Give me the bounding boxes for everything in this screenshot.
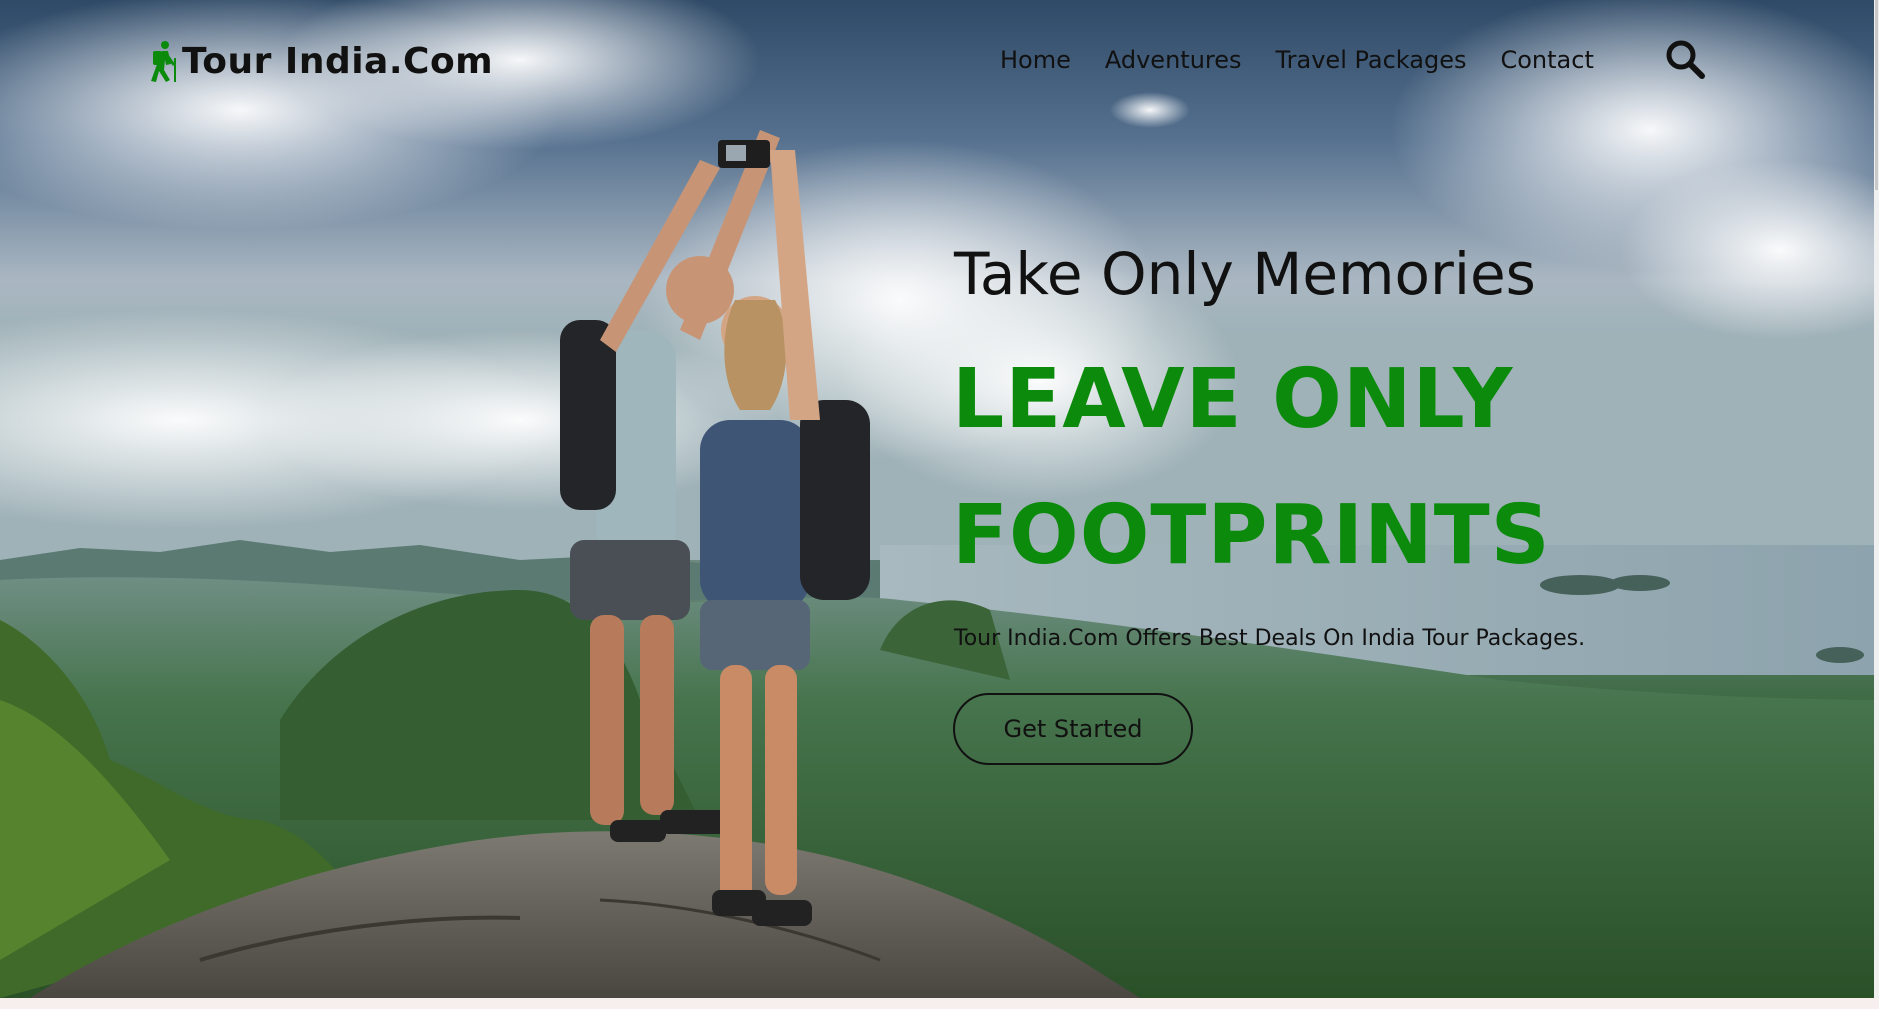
page-bottom-edge: [0, 998, 1879, 1009]
hero-headline: Take Only Memories: [954, 240, 1536, 308]
site-logo[interactable]: Tour India.Com: [148, 38, 493, 84]
hero-title-line-2: FOOTPRINTS: [952, 488, 1551, 583]
nav-link-contact[interactable]: Contact: [1500, 46, 1593, 74]
search-icon: [1666, 40, 1705, 79]
site-name: Tour India.Com: [182, 40, 494, 82]
nav-link-adventures[interactable]: Adventures: [1105, 46, 1242, 74]
get-started-button[interactable]: Get Started: [953, 693, 1193, 765]
nav-link-travel-packages[interactable]: Travel Packages: [1276, 46, 1467, 74]
nav-link-home[interactable]: Home: [1000, 46, 1071, 74]
hiker-icon: [148, 40, 178, 82]
hero-title-line-1: LEAVE ONLY: [952, 352, 1514, 447]
hero-background-photo: [0, 0, 1874, 998]
search-button[interactable]: [1664, 38, 1706, 80]
main-nav: Home Adventures Travel Packages Contact: [1000, 42, 1594, 78]
hero-section: Tour India.Com Home Adventures Travel Pa…: [0, 0, 1874, 998]
hero-tagline: Tour India.Com Offers Best Deals On Indi…: [954, 626, 1586, 651]
scrollbar-thumb[interactable]: [1875, 0, 1878, 190]
page: Tour India.Com Home Adventures Travel Pa…: [0, 0, 1879, 1009]
